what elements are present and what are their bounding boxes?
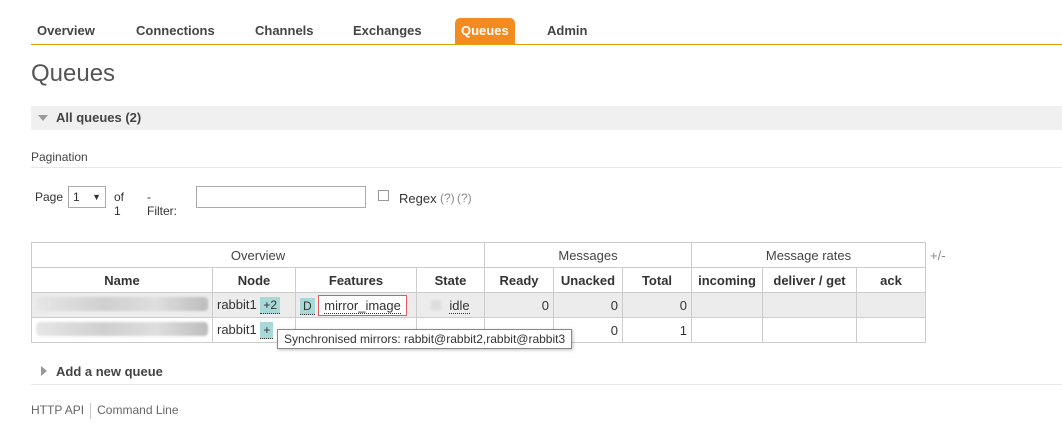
main-nav: Overview Connections Channels Exchanges … [31,16,1062,45]
col-header-unacked[interactable]: Unacked [553,267,623,293]
node-name: rabbit1 [217,321,257,337]
filter-input[interactable] [196,186,366,208]
all-queues-toggle[interactable]: All queues (2) [31,106,1062,130]
regex-help-link[interactable]: (?) [440,191,455,205]
nav-tab-overview[interactable]: Overview [31,18,101,44]
group-header-message-rates: Message rates [691,242,926,268]
mirrors-badge[interactable]: +2 [260,296,281,314]
mirrors-tooltip: Synchronised mirrors: rabbit@rabbit2,rab… [277,329,573,349]
nav-tab-queues[interactable]: Queues [455,18,515,44]
group-header-messages: Messages [484,242,692,268]
col-header-features[interactable]: Features [295,267,417,293]
state-indicator [431,299,442,310]
column-toggle-link[interactable]: +/- [930,248,946,263]
node-cell: rabbit1 +2 [212,292,296,318]
queue-name-redacted[interactable] [31,292,213,318]
mirrors-badge[interactable]: + [260,321,274,339]
table-header-row: Name Node Features State Ready Unacked T… [31,267,926,293]
col-header-total[interactable]: Total [622,267,692,293]
col-header-incoming[interactable]: incoming [691,267,763,293]
http-api-link[interactable]: HTTP API [31,403,84,417]
incoming-cell [691,317,763,343]
total-cell: 1 [622,317,692,343]
features-cell: D mirror_image [295,292,417,318]
regex-help-link-2[interactable]: (?) [457,191,472,205]
col-header-node[interactable]: Node [212,267,296,293]
deliver-get-cell [762,317,857,343]
regex-label: Regex [399,191,437,206]
nav-tab-admin[interactable]: Admin [541,18,593,44]
table-row[interactable]: rabbit1 +2 D mirror_image idle 0 0 0 [31,292,926,318]
unacked-cell: 0 [553,292,623,318]
group-header-overview: Overview [31,242,485,268]
footer-divider [90,403,92,419]
policy-badge-highlighted[interactable]: mirror_image [318,294,407,316]
filter-label: - Filter: [147,190,177,218]
divider [31,167,1062,168]
expand-triangle-icon [41,366,47,376]
col-header-deliver-get[interactable]: deliver / get [762,267,857,293]
col-header-ack[interactable]: ack [856,267,926,293]
nav-tab-exchanges[interactable]: Exchanges [347,18,428,44]
state-text: idle [449,297,470,314]
regex-checkbox[interactable] [378,190,389,201]
add-queue-toggle[interactable]: Add a new queue [31,360,1062,385]
col-header-state[interactable]: State [416,267,485,293]
ack-cell [856,292,926,318]
nav-tab-channels[interactable]: Channels [249,18,320,44]
ready-cell: 0 [484,292,554,318]
incoming-cell [691,292,763,318]
deliver-get-cell [762,292,857,318]
collapse-triangle-icon [38,115,48,121]
page-count-label: of 1 [114,190,125,218]
ack-cell [856,317,926,343]
queues-table: Overview Messages Message rates Name Nod… [31,242,926,343]
dropdown-arrow-icon: ▼ [92,192,101,202]
page-title: Queues [31,60,116,87]
page-label: Page [35,190,64,204]
all-queues-label: All queues (2) [56,110,142,125]
state-cell: idle [416,292,485,318]
node-name: rabbit1 [217,296,257,312]
durable-feature-badge[interactable]: D [300,297,315,315]
command-line-link[interactable]: Command Line [97,403,178,417]
page-select[interactable]: 1 ▼ [68,186,106,208]
col-header-ready[interactable]: Ready [484,267,554,293]
add-queue-label: Add a new queue [56,364,163,379]
page-select-value: 1 [73,190,80,204]
queue-name-redacted[interactable] [31,317,213,343]
pagination-heading: Pagination [31,150,88,164]
footer: HTTP API Command Line [31,403,179,419]
nav-tab-connections[interactable]: Connections [130,18,221,44]
table-group-header-row: Overview Messages Message rates [31,242,926,268]
total-cell: 0 [622,292,692,318]
policy-name: mirror_image [324,297,401,314]
col-header-name[interactable]: Name [31,267,213,293]
